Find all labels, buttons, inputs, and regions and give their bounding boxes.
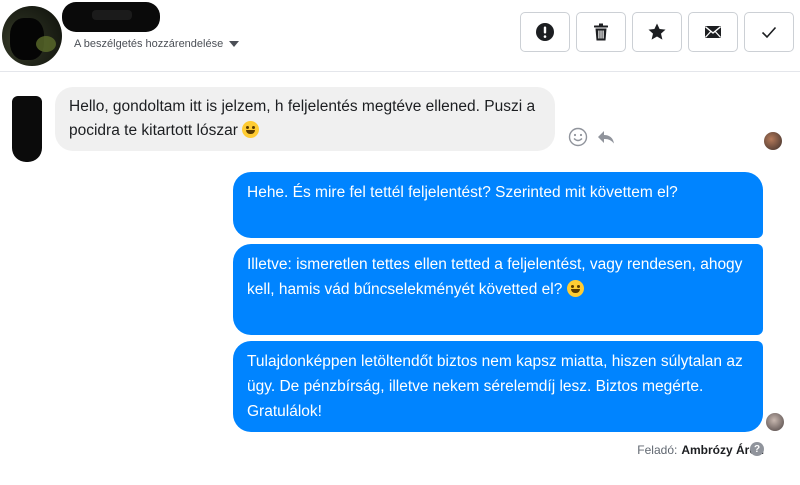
star-icon (648, 23, 666, 40)
caret-down-icon (229, 41, 240, 47)
assign-conversation-dropdown[interactable]: A beszélgetés hozzárendelése (74, 38, 240, 50)
grinning-emoji-icon (566, 280, 584, 297)
conversation-header: A beszélgetés hozzárendelése (0, 0, 800, 72)
delete-button[interactable] (576, 12, 626, 52)
outgoing-message-bubble[interactable]: Tulajdonképpen letöltendőt biztos nem ka… (233, 341, 763, 432)
reply-arrow-icon[interactable] (596, 127, 616, 147)
avatar-detail (36, 36, 56, 52)
envelope-icon (705, 26, 721, 38)
seen-avatar-icon (764, 132, 782, 150)
grinning-emoji-icon (242, 121, 260, 138)
outgoing-message-text: Tulajdonképpen letöltendőt biztos nem ka… (247, 353, 743, 420)
mark-unread-button[interactable] (688, 12, 738, 52)
exclamation-icon (536, 23, 554, 41)
mark-done-button[interactable] (744, 12, 794, 52)
conversation-toolbar (520, 12, 794, 52)
checkmark-icon (761, 26, 777, 39)
outgoing-message-bubble[interactable]: Hehe. És mire fel tettél feljelentést? S… (233, 172, 763, 238)
trash-icon (594, 23, 608, 41)
seen-avatar-icon (766, 413, 784, 431)
sender-label: Feladó: (637, 443, 678, 457)
help-icon[interactable]: ? (750, 442, 764, 456)
contact-name-redacted-detail (92, 10, 132, 20)
sender-avatar-redacted[interactable] (12, 96, 42, 162)
incoming-message-bubble[interactable]: Hello, gondoltam itt is jelzem, h feljel… (55, 87, 555, 151)
outgoing-message-text: Hehe. És mire fel tettél feljelentést? S… (247, 184, 678, 201)
outgoing-message-bubble[interactable]: Illetve: ismeretlen tettes ellen tetted … (233, 244, 763, 335)
message-actions (568, 127, 616, 147)
reaction-smiley-icon[interactable] (568, 127, 588, 147)
contact-avatar[interactable] (2, 6, 62, 66)
sender-info: Feladó: Ambrózy Áron (637, 443, 764, 457)
outgoing-message-text: Illetve: ismeretlen tettes ellen tetted … (247, 256, 743, 298)
assign-conversation-label: A beszélgetés hozzárendelése (74, 38, 224, 50)
incoming-message-text: Hello, gondoltam itt is jelzem, h feljel… (69, 98, 536, 139)
spam-button[interactable] (520, 12, 570, 52)
star-button[interactable] (632, 12, 682, 52)
